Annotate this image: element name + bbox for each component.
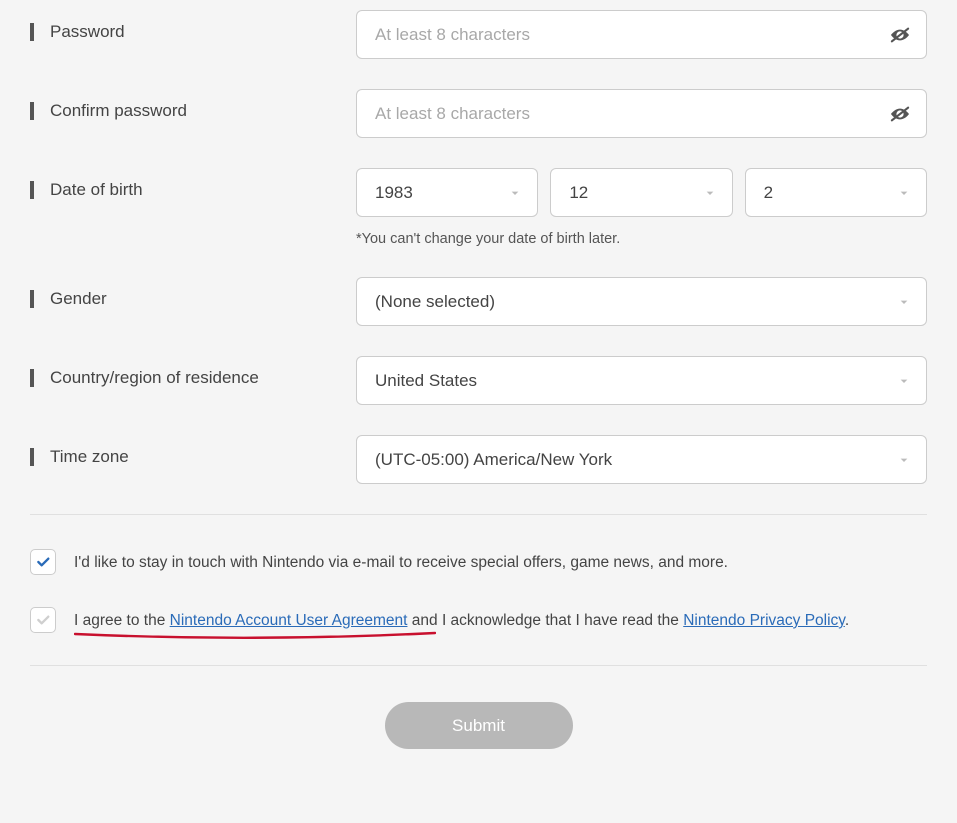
label-indicator — [30, 102, 34, 120]
eye-slash-icon[interactable] — [889, 105, 911, 123]
dob-day-value: 2 — [764, 183, 773, 203]
newsletter-row: I'd like to stay in touch with Nintendo … — [30, 549, 927, 575]
country-label-col: Country/region of residence — [30, 356, 356, 388]
agreement-pre: I agree to the — [74, 612, 170, 629]
timezone-label: Time zone — [50, 447, 129, 467]
confirm-password-label-col: Confirm password — [30, 89, 356, 121]
timezone-row: Time zone (UTC-05:00) America/New York — [30, 435, 927, 484]
agreement-row: I agree to the Nintendo Account User Agr… — [30, 607, 927, 633]
country-label: Country/region of residence — [50, 368, 259, 388]
divider — [30, 514, 927, 515]
confirm-password-field-wrap — [356, 89, 927, 138]
chevron-down-icon — [896, 294, 912, 310]
dob-note: *You can't change your date of birth lat… — [356, 231, 927, 247]
newsletter-label: I'd like to stay in touch with Nintendo … — [74, 549, 728, 574]
agreement-mid: and I acknowledge that I have read the — [407, 612, 683, 629]
annotation-underline — [74, 631, 436, 641]
dob-row: Date of birth 1983 12 2 *You can't chang… — [30, 168, 927, 247]
gender-field-col: (None selected) — [356, 277, 927, 326]
submit-row: Submit — [30, 702, 927, 749]
password-row: Password — [30, 10, 927, 59]
agreement-label: I agree to the Nintendo Account User Agr… — [74, 607, 849, 632]
label-indicator — [30, 369, 34, 387]
timezone-label-col: Time zone — [30, 435, 356, 467]
password-label-col: Password — [30, 10, 356, 42]
chevron-down-icon — [896, 452, 912, 468]
dob-month-value: 12 — [569, 183, 588, 203]
submit-button[interactable]: Submit — [385, 702, 573, 749]
check-icon — [35, 554, 51, 570]
dob-selects: 1983 12 2 — [356, 168, 927, 217]
timezone-field-col: (UTC-05:00) America/New York — [356, 435, 927, 484]
dob-day-select[interactable]: 2 — [745, 168, 927, 217]
label-indicator — [30, 290, 34, 308]
label-indicator — [30, 448, 34, 466]
dob-month-select[interactable]: 12 — [550, 168, 732, 217]
gender-label-col: Gender — [30, 277, 356, 309]
confirm-password-label: Confirm password — [50, 101, 187, 121]
timezone-value: (UTC-05:00) America/New York — [375, 450, 612, 470]
chevron-down-icon — [702, 185, 718, 201]
label-indicator — [30, 23, 34, 41]
chevron-down-icon — [896, 373, 912, 389]
country-field-col: United States — [356, 356, 927, 405]
gender-row: Gender (None selected) — [30, 277, 927, 326]
agreement-checkbox[interactable] — [30, 607, 56, 633]
country-row: Country/region of residence United State… — [30, 356, 927, 405]
newsletter-checkbox[interactable] — [30, 549, 56, 575]
password-field-wrap — [356, 10, 927, 59]
chevron-down-icon — [896, 185, 912, 201]
dob-field-col: 1983 12 2 *You can't change your date of… — [356, 168, 927, 247]
gender-select[interactable]: (None selected) — [356, 277, 927, 326]
gender-label: Gender — [50, 289, 107, 309]
user-agreement-link[interactable]: Nintendo Account User Agreement — [170, 612, 408, 629]
confirm-password-row: Confirm password — [30, 89, 927, 138]
dob-year-select[interactable]: 1983 — [356, 168, 538, 217]
dob-year-value: 1983 — [375, 183, 413, 203]
country-select[interactable]: United States — [356, 356, 927, 405]
divider — [30, 665, 927, 666]
chevron-down-icon — [507, 185, 523, 201]
timezone-select[interactable]: (UTC-05:00) America/New York — [356, 435, 927, 484]
check-icon — [35, 612, 51, 628]
password-input[interactable] — [356, 10, 927, 59]
country-value: United States — [375, 371, 477, 391]
dob-label-col: Date of birth — [30, 168, 356, 200]
privacy-policy-link[interactable]: Nintendo Privacy Policy — [683, 612, 845, 629]
eye-slash-icon[interactable] — [889, 26, 911, 44]
label-indicator — [30, 181, 34, 199]
dob-label: Date of birth — [50, 180, 143, 200]
password-label: Password — [50, 22, 125, 42]
agreement-post: . — [845, 612, 849, 629]
confirm-password-input[interactable] — [356, 89, 927, 138]
gender-value: (None selected) — [375, 292, 495, 312]
